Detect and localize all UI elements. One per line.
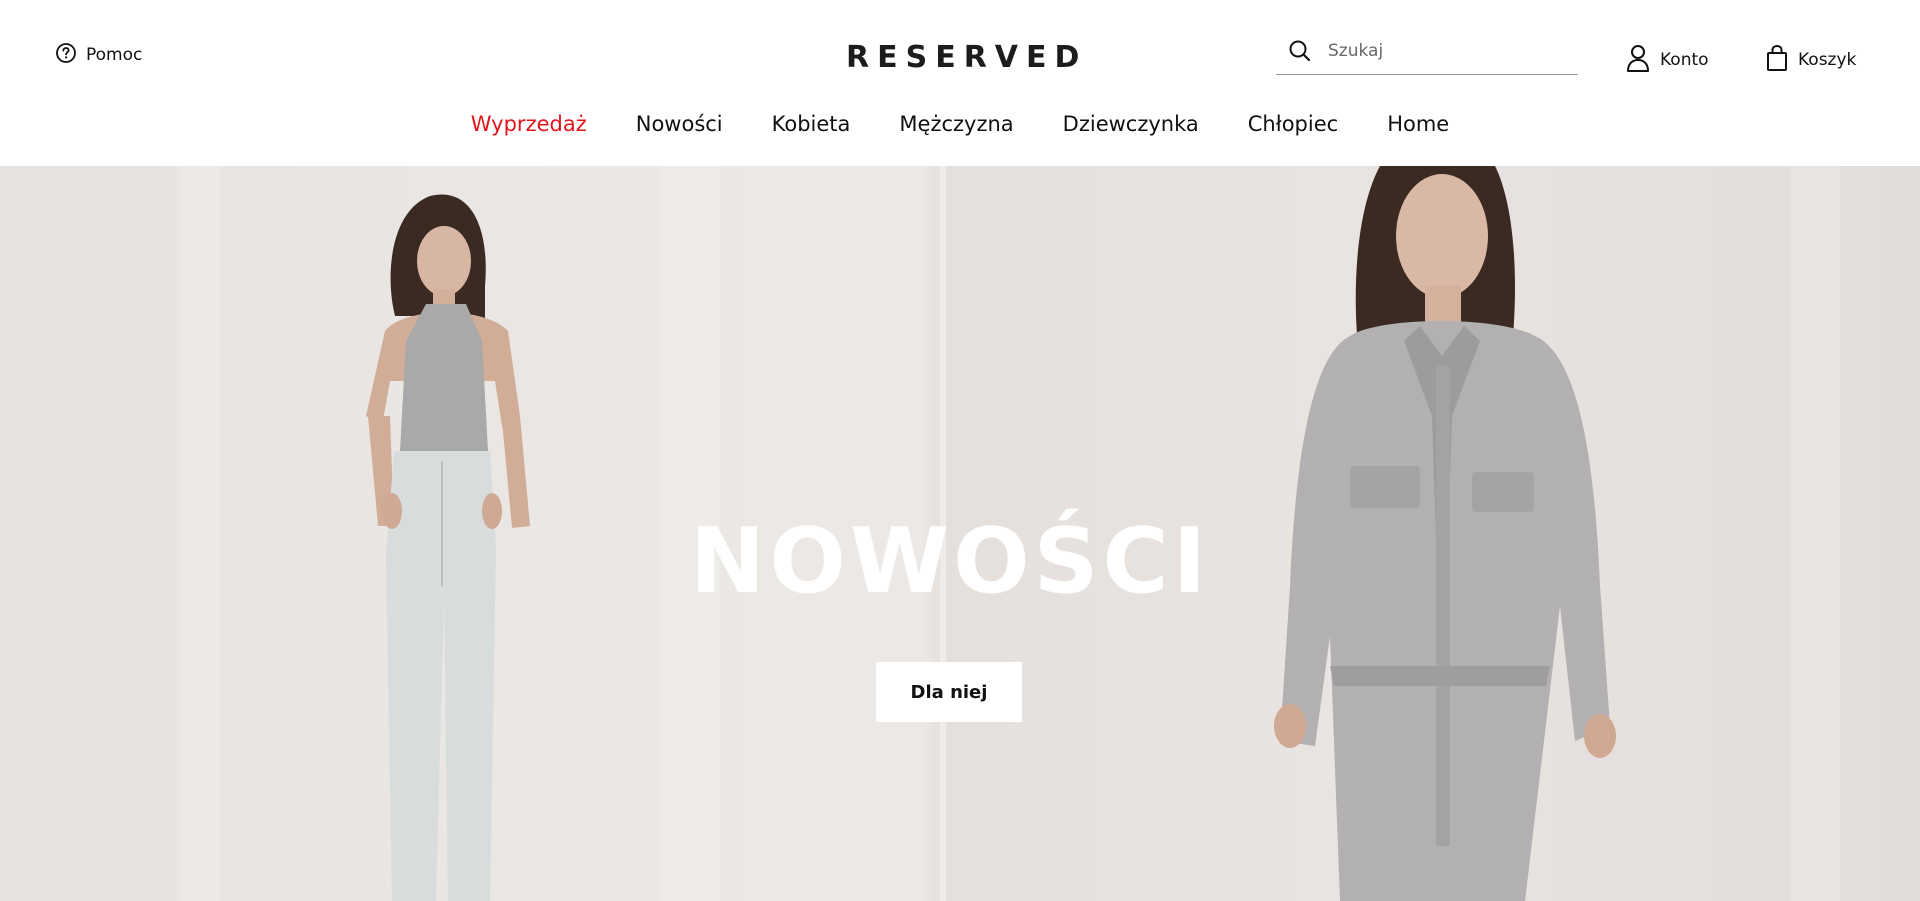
search-box[interactable] — [1276, 28, 1578, 75]
cart-link[interactable]: Koszyk — [1766, 44, 1856, 76]
nav-item-home[interactable]: Home — [1387, 104, 1449, 144]
site-logo[interactable]: RESERVED — [846, 40, 1079, 76]
search-icon[interactable] — [1288, 39, 1312, 63]
nav-item-dziewczynka[interactable]: Dziewczynka — [1063, 104, 1199, 144]
cart-label: Koszyk — [1798, 50, 1857, 70]
shopping-bag-icon — [1766, 44, 1788, 76]
help-label: Pomoc — [86, 45, 143, 65]
hero-title: NOWOŚCI — [690, 509, 1210, 614]
nav-item-mezczyzna[interactable]: Mężczyzna — [899, 104, 1013, 144]
user-icon — [1626, 44, 1650, 76]
main-nav: Wyprzedaż Nowości Kobieta Mężczyzna Dzie… — [0, 104, 1920, 144]
site-header: Pomoc RESERVED Konto Koszyk Wyprzedaż No… — [0, 0, 1920, 166]
question-circle-icon — [55, 42, 77, 68]
shop-women-button[interactable]: Dla niej — [876, 662, 1022, 722]
account-link[interactable]: Konto — [1626, 44, 1709, 76]
nav-item-kobieta[interactable]: Kobieta — [772, 104, 851, 144]
help-link[interactable]: Pomoc — [55, 42, 142, 68]
nav-item-chlopiec[interactable]: Chłopiec — [1248, 104, 1338, 144]
hero-banner[interactable]: NOWOŚCI Dla niej — [0, 166, 1920, 901]
nav-item-nowosci[interactable]: Nowości — [636, 104, 723, 144]
nav-item-wyprzedaz[interactable]: Wyprzedaż — [471, 104, 587, 144]
account-label: Konto — [1660, 50, 1709, 70]
search-input[interactable] — [1328, 41, 1558, 61]
